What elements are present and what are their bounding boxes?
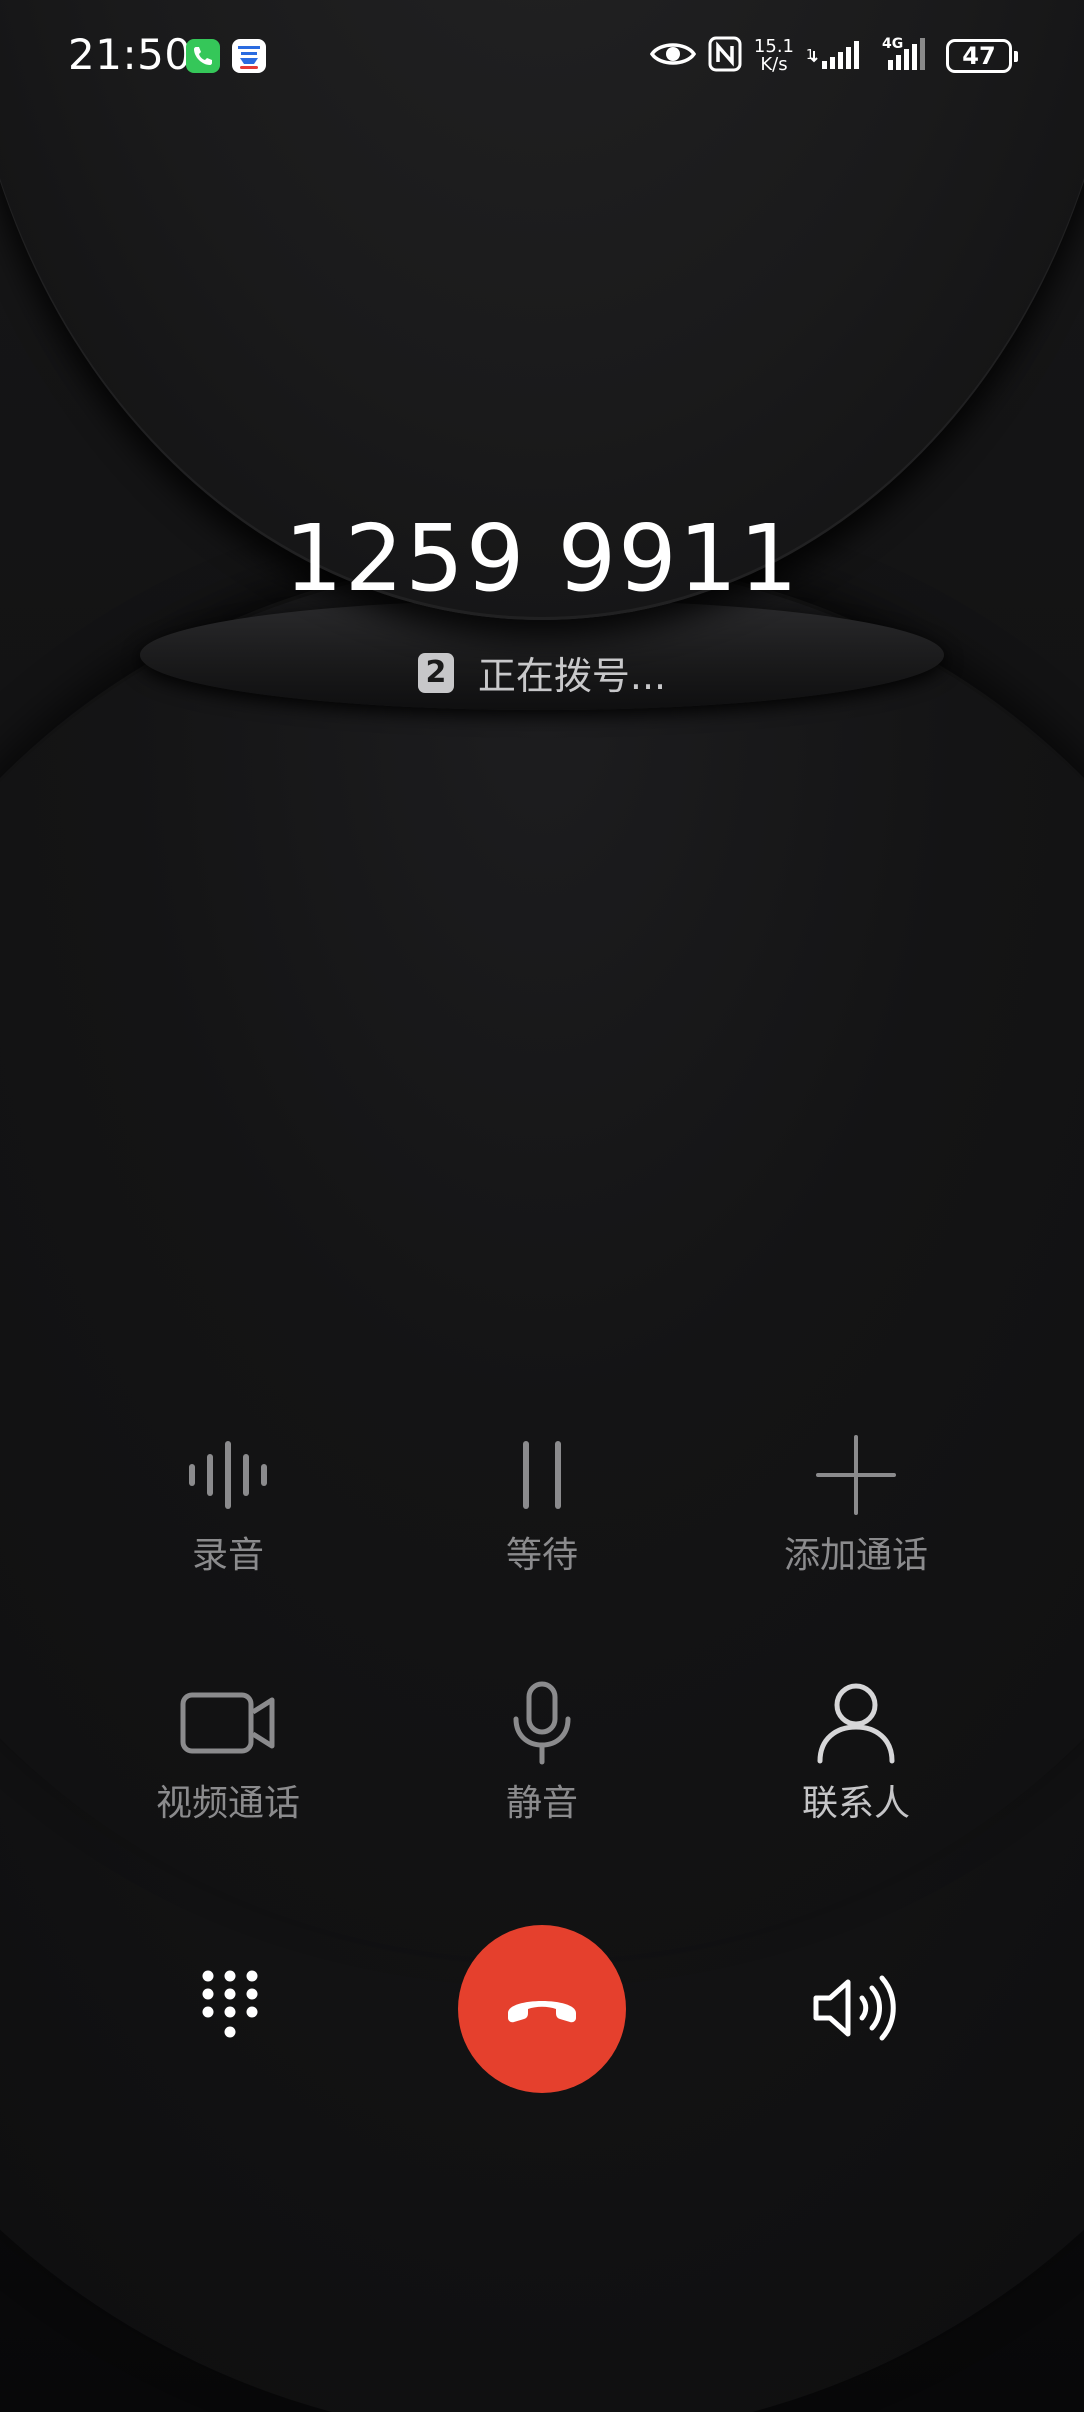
microphone-icon (482, 1678, 602, 1768)
end-call-button[interactable] (458, 1925, 626, 2093)
video-call-label: 视频通话 (155, 1783, 300, 1824)
plus-icon (796, 1430, 916, 1520)
status-bar: 21:50 15.1 K/s 1 4G 47 (0, 0, 1084, 110)
network-speed-unit: K/s (760, 54, 788, 75)
hold-button[interactable]: 等待 (392, 1430, 692, 1578)
contacts-button[interactable]: 联系人 (706, 1678, 1006, 1826)
record-label: 录音 (191, 1535, 264, 1576)
sim-slot-badge: 2 (417, 652, 454, 693)
call-status-row: 2 正在拨号... (0, 645, 1084, 700)
dialed-number: 1259 9911 (284, 505, 800, 612)
status-right-group: 15.1 K/s 1 4G 47 (649, 34, 1018, 78)
dialpad-button[interactable] (180, 1950, 280, 2070)
network-speed: 15.1 K/s (754, 38, 794, 74)
speaker-button[interactable] (800, 1960, 910, 2060)
contacts-label: 联系人 (801, 1783, 910, 1824)
record-button[interactable]: 录音 (78, 1430, 378, 1578)
pause-icon (482, 1430, 602, 1520)
call-status: 正在拨号... (477, 654, 667, 698)
mute-button[interactable]: 静音 (392, 1678, 692, 1826)
signal-icon: 1 (806, 37, 870, 75)
speaker-icon (810, 1973, 900, 2047)
video-call-button[interactable]: 视频通话 (78, 1678, 378, 1826)
signal-4g-icon: 4G (882, 36, 934, 76)
hold-label: 等待 (505, 1535, 578, 1576)
status-time: 21:50 (68, 30, 192, 79)
nfc-icon (708, 36, 742, 76)
battery-level: 47 (962, 42, 996, 70)
battery-icon: 47 (946, 39, 1018, 73)
network-type-label: 4G (882, 36, 903, 52)
add-call-label: 添加通话 (783, 1535, 928, 1576)
waveform-icon (168, 1430, 288, 1520)
person-icon (796, 1678, 916, 1768)
add-call-button[interactable]: 添加通话 (706, 1430, 1006, 1578)
mute-label: 静音 (505, 1783, 578, 1824)
call-screen: 21:50 15.1 K/s 1 4G 47 1259 9911 2 正在拨号.… (0, 0, 1084, 2412)
phone-app-icon (186, 39, 220, 73)
video-camera-icon (168, 1678, 288, 1768)
eye-icon (649, 39, 697, 73)
end-call-icon (502, 1987, 582, 2031)
cloud-app-icon (232, 39, 266, 73)
dialpad-icon (200, 1968, 260, 2052)
